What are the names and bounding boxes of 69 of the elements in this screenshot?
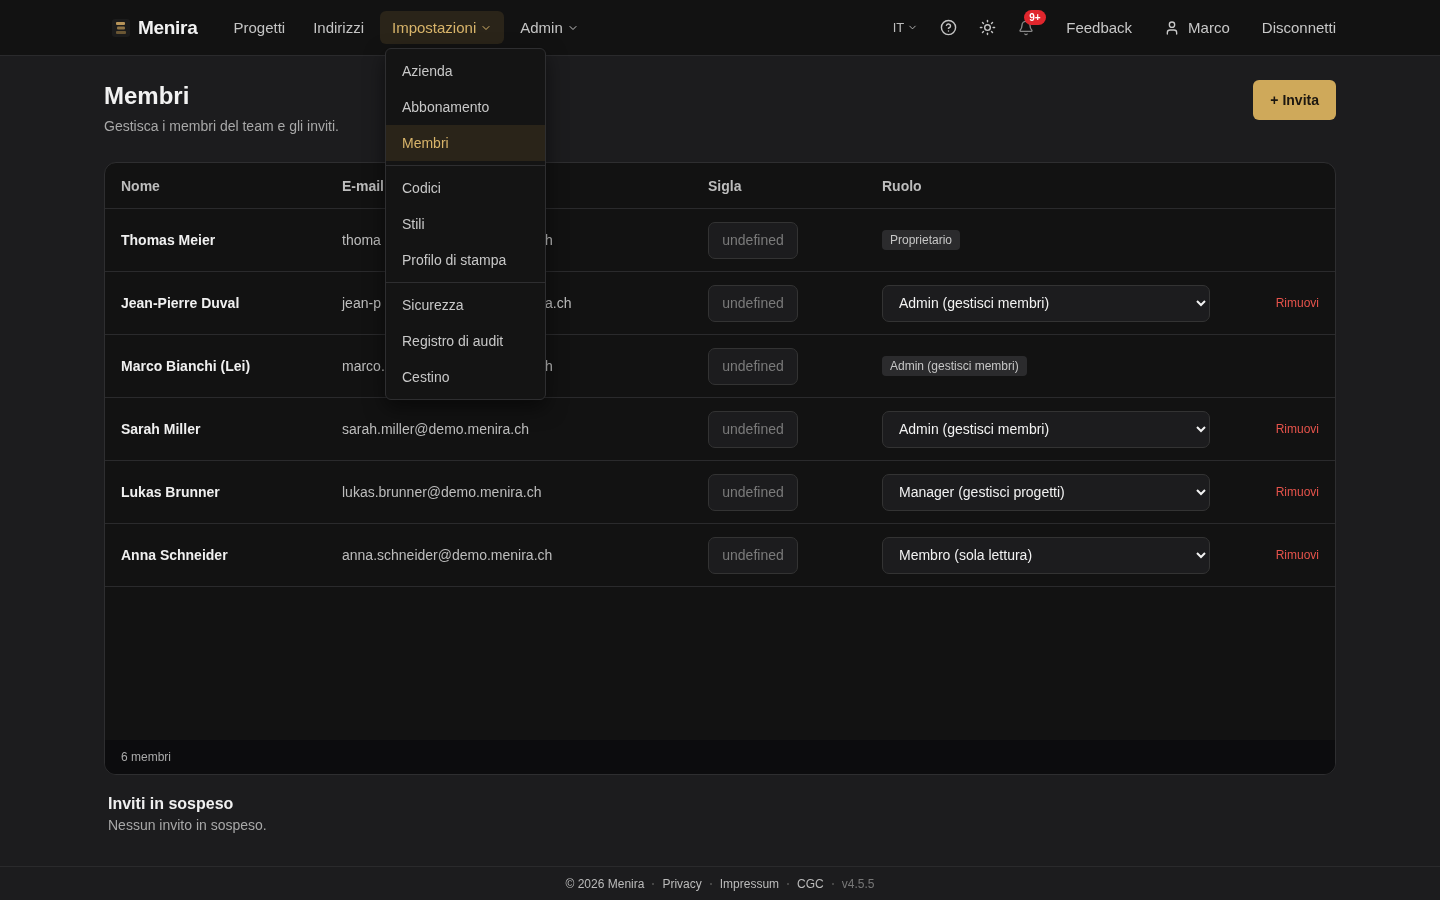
menu-item[interactable]: Abbonamento [386,89,545,125]
remove-link[interactable]: Rimuovi [1275,485,1319,499]
initials-field[interactable]: undefined [708,284,798,322]
remove-link[interactable]: Rimuovi [1275,296,1319,310]
section-title: Inviti in sospeso [108,795,235,813]
notifications-button[interactable] [1018,19,1035,36]
menu-item[interactable]: Azienda [386,53,545,89]
page-title: Membri [104,82,191,110]
menu-item[interactable]: Profilo di stampa [386,242,545,278]
initials-field[interactable]: undefined [708,347,798,385]
version-label: v4.5.5 [841,876,875,891]
footer-link[interactable]: CGC [797,876,824,891]
member-name: Anna Schneider [121,547,229,563]
footer-link[interactable]: Impressum [719,876,780,891]
column-header: Sigla [708,177,742,194]
copyright: © 2026 Menira [565,876,645,891]
remove-link[interactable]: Rimuovi [1275,548,1319,562]
member-email: jean-p [342,295,381,311]
menu-item[interactable]: Stili [386,206,545,242]
theme-button[interactable] [979,19,997,36]
role-select[interactable]: Membro (sola lettura) [882,536,1210,574]
member-email: a.ch [545,295,572,311]
member-email: h [545,358,553,374]
initials-field[interactable]: undefined [708,536,798,574]
column-header: Ruolo [882,177,922,194]
menu-item[interactable]: Registro di audit [386,323,545,359]
role-select[interactable]: Admin (gestisci membri) [882,284,1210,322]
notification-badge: 9+ [1024,9,1046,25]
invite-button[interactable]: + Invita [1253,80,1336,120]
page-subtitle: Gestisca i membri del team e gli inviti. [104,118,339,134]
member-email: marco. [342,358,385,374]
member-name: Thomas Meier [121,232,217,248]
member-email: thoma [342,232,381,248]
remove-link[interactable]: Rimuovi [1275,422,1319,436]
menu-item[interactable]: Sicurezza [386,287,545,323]
menu-item[interactable]: Cestino [386,359,545,395]
empty-message: Nessun invito in sospeso. [108,817,268,833]
column-header: Nome [121,177,160,194]
member-name: Lukas Brunner [121,484,221,500]
role-select[interactable]: Manager (gestisci progetti) [882,473,1210,511]
menu-item[interactable]: Membri [386,125,545,161]
feedback-link[interactable]: Feedback [1066,19,1133,36]
role-tag: Admin (gestisci membri) [882,356,1027,376]
member-email: lukas.brunner@demo.menira.ch [342,484,542,500]
logo-icon [112,18,130,37]
member-email: anna.schneider@demo.menira.ch [342,547,553,563]
initials-field[interactable]: undefined [708,473,798,511]
menu-item[interactable]: Codici [386,170,545,206]
nav-item[interactable]: Admin [508,11,591,44]
user-menu[interactable]: Marco [1164,19,1230,36]
column-header: E-mail [342,177,384,194]
logout-link[interactable]: Disconnetti [1261,19,1336,36]
initials-field[interactable]: undefined [708,410,798,448]
member-name: Marco Bianchi (Lei) [121,358,252,374]
brand-name[interactable]: Menira [138,16,198,39]
footer-link[interactable]: Privacy [662,876,702,891]
initials-field[interactable]: undefined [708,221,798,259]
member-email: h [545,232,553,248]
member-name: Jean-Pierre Duval [121,295,241,311]
nav-item[interactable]: Indirizzi [301,11,376,44]
language-selector[interactable]: IT [892,20,919,35]
member-count: 6 membri [121,750,171,764]
role-select[interactable]: Admin (gestisci membri) [882,410,1210,448]
member-email: sarah.miller@demo.menira.ch [342,421,529,437]
nav-item[interactable]: Progetti [221,11,298,44]
help-button[interactable] [940,19,958,36]
member-name: Sarah Miller [121,421,202,437]
role-tag: Proprietario [882,230,961,250]
nav-item[interactable]: Impostazioni [380,11,505,44]
